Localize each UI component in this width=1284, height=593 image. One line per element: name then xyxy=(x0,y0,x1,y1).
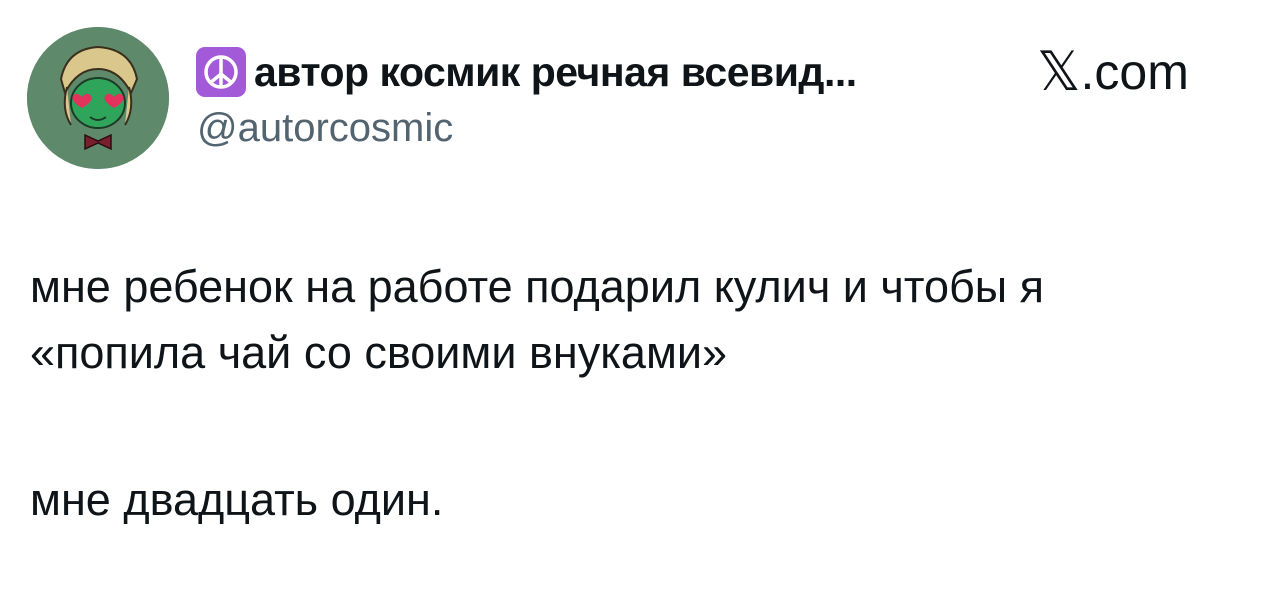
tweet-line: «попила чай со своими внуками» xyxy=(30,327,728,378)
author-username[interactable]: @autorcosmic xyxy=(197,106,453,151)
x-logo-domain: .com xyxy=(1080,44,1189,100)
x-logo[interactable]: 𝕏 .com xyxy=(1037,42,1189,102)
avatar[interactable] xyxy=(27,27,169,169)
peace-symbol-icon xyxy=(196,47,246,97)
tweet-line: мне двадцать один. xyxy=(30,474,444,525)
tweet-line: мне ребенок на работе подарил кулич и чт… xyxy=(30,261,1044,312)
tweet-text: мне ребенок на работе подарил кулич и чт… xyxy=(30,254,1260,533)
cartoon-avatar-icon xyxy=(27,27,169,169)
author-display-name[interactable]: автор космик речная всевид... xyxy=(254,49,857,96)
author-header[interactable]: автор космик речная всевид... xyxy=(196,44,857,100)
tweet-card: автор космик речная всевид... @autorcosm… xyxy=(0,0,1284,593)
x-logo-icon: 𝕏 xyxy=(1037,42,1081,102)
